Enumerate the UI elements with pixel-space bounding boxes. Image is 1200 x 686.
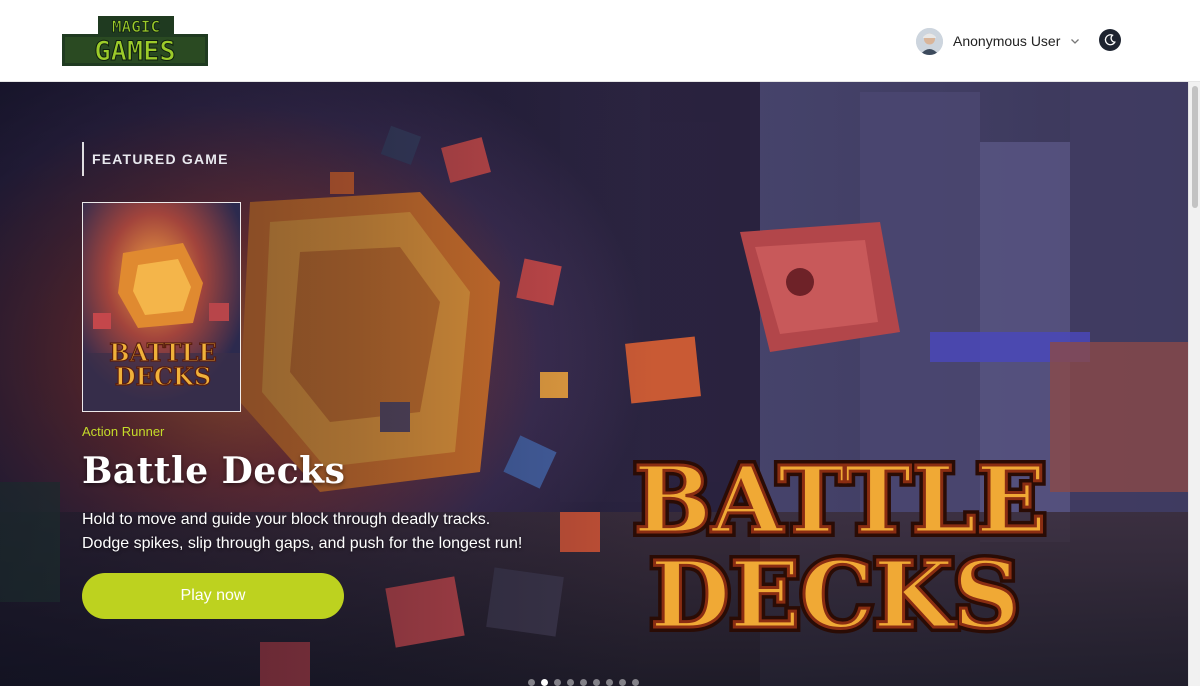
top-header: MAGIC GAMES Anonymous User [0,0,1200,82]
battle-decks-logo-art: BATTLE BATTLE DECKS DECKS [629,441,1052,654]
svg-text:DECKS: DECKS [115,362,211,391]
game-description: Hold to move and guide your block throug… [82,508,562,556]
game-title: Battle Decks [82,450,346,492]
play-now-button[interactable]: Play now [82,573,344,619]
description-line-1: Hold to move and guide your block throug… [82,511,491,528]
magic-games-logo[interactable]: MAGIC GAMES [60,14,210,68]
carousel-dot[interactable] [567,679,574,686]
carousel-dot[interactable] [632,679,639,686]
carousel-dot[interactable] [593,679,600,686]
moon-icon [1104,34,1116,46]
chevron-down-icon[interactable] [1070,36,1080,46]
carousel-dot[interactable] [554,679,561,686]
carousel-dot[interactable] [528,679,535,686]
scrollbar-thumb[interactable] [1192,86,1198,208]
featured-game-label: FEATURED GAME [82,142,229,176]
carousel-dot[interactable] [619,679,626,686]
user-menu[interactable]: Anonymous User [916,27,1080,55]
featured-hero: FEATURED GAME BATTLE DECKS Action Runner… [0,82,1188,686]
game-cover-thumbnail[interactable]: BATTLE DECKS [82,202,241,412]
description-line-2: Dodge spikes, slip through gaps, and pus… [82,535,523,552]
carousel-dot[interactable] [606,679,613,686]
svg-text:BATTLE: BATTLE [634,446,1047,554]
carousel-dots [528,679,639,686]
carousel-dot[interactable] [580,679,587,686]
avatar [916,27,943,55]
svg-text:DECKS: DECKS [650,541,1020,649]
theme-toggle-button[interactable] [1099,29,1121,51]
svg-text:GAMES: GAMES [94,36,175,67]
page-scrollbar[interactable] [1188,82,1200,686]
carousel-dot[interactable] [541,679,548,686]
game-genre: Action Runner [82,424,165,439]
user-name: Anonymous User [953,33,1061,49]
svg-text:MAGIC: MAGIC [112,17,160,36]
